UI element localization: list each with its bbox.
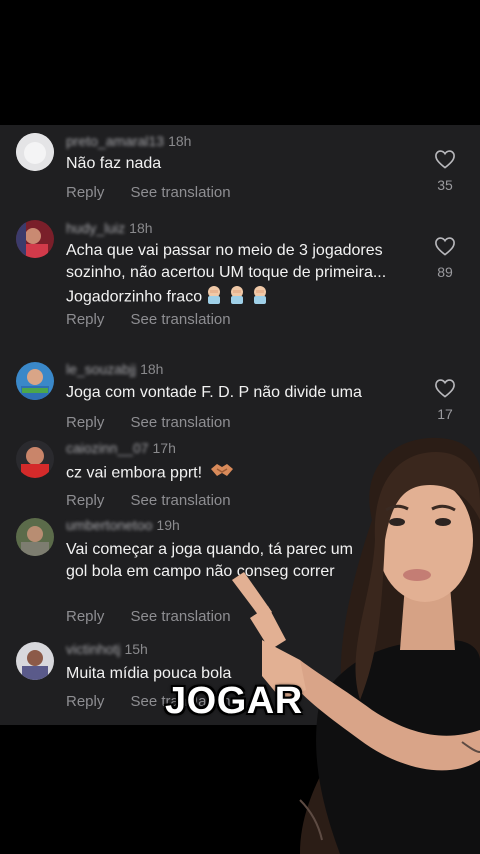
reply-button[interactable]: Reply [66,311,104,328]
avatar[interactable] [16,440,54,478]
like-count: 17 [437,406,453,422]
reply-button[interactable]: Reply [66,693,104,710]
reply-button[interactable]: Reply [66,608,104,625]
video-caption: JOGAR [165,680,303,722]
reply-button[interactable]: Reply [66,492,104,509]
avatar[interactable] [16,220,54,258]
heart-outline-icon [435,150,455,169]
reply-button[interactable]: Reply [66,414,104,431]
avatar[interactable] [16,642,54,680]
reply-button[interactable]: Reply [66,184,104,201]
comment-username[interactable]: victinhotj 15h [66,641,148,657]
comment-text: cz vai embora pprt! [66,461,411,486]
comment-username[interactable]: umbertonetoo 19h [66,517,180,533]
comment-text: Não faz nada [66,155,162,172]
see-translation-button[interactable]: See translation [131,608,231,625]
heart-outline-icon [435,379,455,398]
see-translation-button[interactable]: See translation [131,414,231,431]
facepalm-emoji-icon [204,284,270,311]
comment-text: Acha que vai passar no meio de 3 jogador… [66,240,411,311]
like-count: 89 [437,264,453,280]
see-translation-button[interactable]: See translation [131,184,231,201]
like-button[interactable]: 17 [425,378,465,422]
see-translation-button[interactable]: See translation [131,311,231,328]
comment-username[interactable]: hudy_luiz 18h [66,220,153,236]
comment-username[interactable]: le_souzabjj 18h [66,361,163,377]
avatar[interactable] [16,133,54,171]
like-button[interactable]: 89 [425,236,465,280]
avatar[interactable] [16,518,54,556]
like-button[interactable]: 35 [425,149,465,193]
comment-username[interactable]: caiozinn__07 17h [66,440,176,456]
avatar[interactable] [16,362,54,400]
like-count: 35 [437,177,453,193]
see-translation-button[interactable]: See translation [131,492,231,509]
heart-outline-icon [435,237,455,256]
comment-text: Joga com vontade F. D. P não divide uma [66,384,362,401]
handshake-emoji-icon [209,461,235,486]
comment-text: Vai começar a joga quando, tá parec um g… [66,541,353,580]
comment-username[interactable]: preto_amaral13 18h [66,133,191,149]
